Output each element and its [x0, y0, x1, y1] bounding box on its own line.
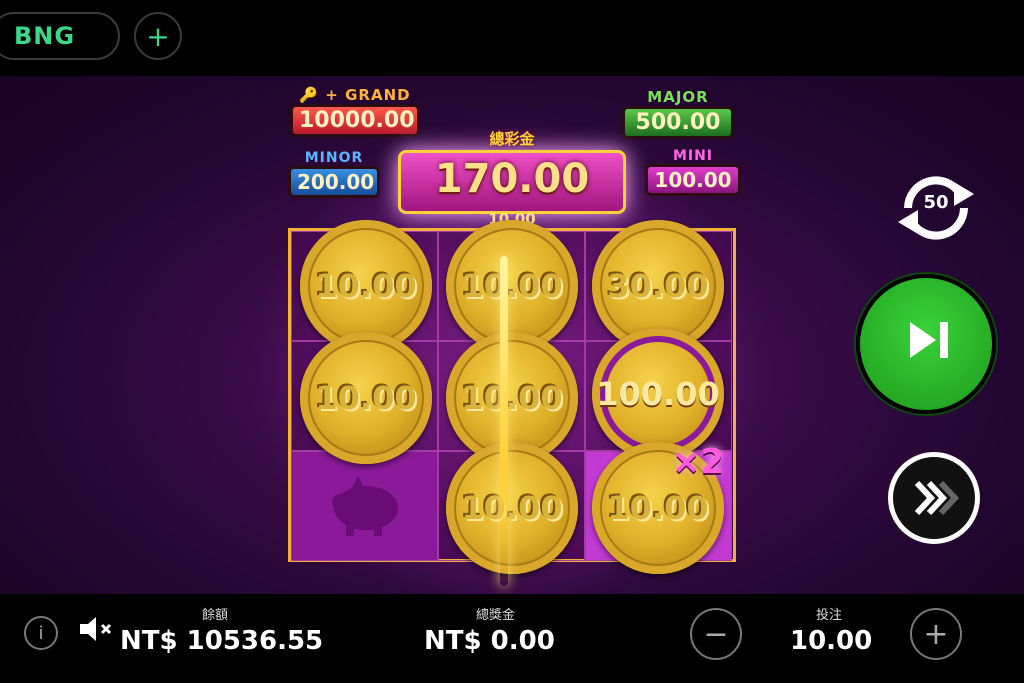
- win-label: 總獎金: [476, 608, 516, 623]
- brand-logo: BNG: [14, 22, 76, 50]
- info-icon: i: [38, 622, 44, 644]
- win-value: NT$ 0.00: [424, 626, 555, 656]
- coin-symbol: 10.00: [300, 332, 432, 464]
- turbo-button[interactable]: [888, 452, 980, 544]
- jackpot-minor: MINOR 200.00: [288, 150, 380, 198]
- piggy-bank-icon: [332, 476, 398, 536]
- autoplay-count: 50: [923, 192, 949, 213]
- bet-increase-button[interactable]: +: [910, 608, 962, 660]
- bottom-bar: i 餘額 NT$ 10536.55 總獎金 NT$ 0.00 − 投注 10.0…: [0, 594, 1024, 683]
- total-win-label: 總彩金: [489, 130, 535, 148]
- jackpot-minor-label: MINOR: [304, 150, 364, 166]
- bet-decrease-button[interactable]: −: [690, 608, 742, 660]
- jackpot-grand: 🔑 + GRAND 10000.00: [290, 86, 420, 137]
- add-button[interactable]: +: [134, 12, 182, 60]
- top-bar: BNG +: [0, 0, 1024, 76]
- plus-icon: +: [923, 616, 949, 652]
- grand-key-icon: 🔑 +: [299, 86, 346, 104]
- jackpot-mini-value: 100.00: [645, 164, 741, 196]
- play-skip-icon: [910, 322, 948, 358]
- total-win-value: 170.00: [434, 156, 590, 202]
- coin-symbol-mini: 100.00: [592, 328, 724, 460]
- game-stage: 🔑 + GRAND 10000.00 MAJOR 500.00 MINOR 20…: [0, 76, 1024, 594]
- jackpot-grand-label: GRAND: [345, 86, 411, 104]
- sound-muted-icon[interactable]: [78, 614, 118, 644]
- balance-value: NT$ 10536.55: [120, 626, 324, 656]
- plus-icon: +: [146, 19, 170, 53]
- coin-symbol: 10.00: [446, 442, 578, 574]
- info-button[interactable]: i: [24, 616, 58, 650]
- brand-menu-button[interactable]: BNG: [0, 12, 120, 60]
- jackpot-grand-value: 10000.00: [290, 104, 420, 137]
- bet-value: 10.00: [790, 626, 873, 656]
- balance-label: 餘額: [202, 608, 229, 623]
- fast-forward-icon: [914, 480, 960, 516]
- jackpot-major-value: 500.00: [622, 106, 734, 139]
- jackpot-major: MAJOR 500.00: [622, 88, 734, 139]
- jackpot-minor-value: 200.00: [288, 166, 380, 198]
- bet-label: 投注: [816, 608, 843, 623]
- jackpot-mini: MINI 100.00: [645, 148, 741, 196]
- jackpot-mini-label: MINI: [672, 148, 714, 164]
- minus-icon: −: [703, 616, 729, 652]
- spin-button[interactable]: [856, 274, 996, 414]
- lightning-beam: [500, 256, 508, 586]
- grid-cell-empty: [291, 451, 438, 561]
- multiplier-label: ×2: [672, 442, 725, 482]
- jackpot-major-label: MAJOR: [647, 88, 709, 106]
